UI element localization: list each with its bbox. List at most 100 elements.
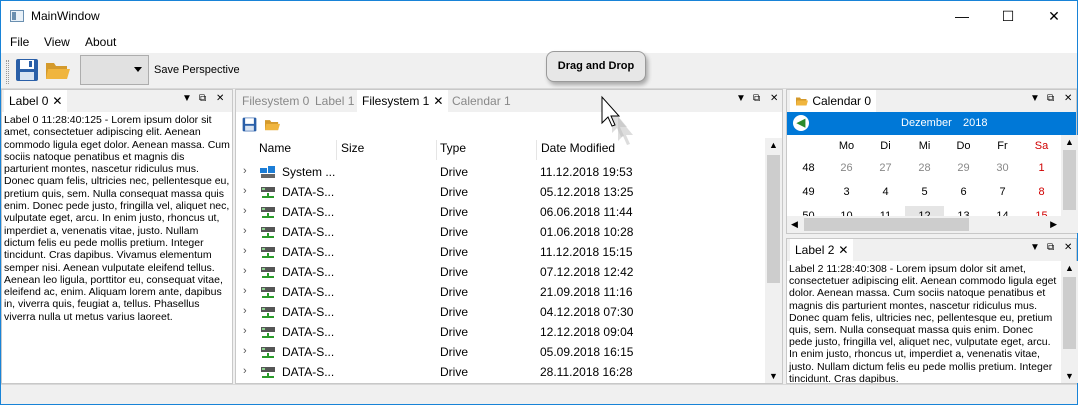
float-dock-icon[interactable]: ⧉ [1047,242,1054,253]
toolbar-grip[interactable] [6,60,9,84]
table-row[interactable]: › DATA-S... Drive 01.06.2018 10:28 [236,222,766,242]
calendar-day[interactable]: 30 [983,158,1022,178]
table-row[interactable]: › DATA-S... Drive 05.09.2018 16:15 [236,342,766,362]
column-separator[interactable] [336,140,337,160]
expand-chevron-icon[interactable]: › [243,325,247,337]
menu-view[interactable]: View [44,35,70,49]
calendar-day[interactable]: 8 [1022,182,1061,202]
expand-chevron-icon[interactable]: › [243,225,247,237]
column-separator[interactable] [436,140,437,160]
vertical-scrollbar[interactable]: ▲ ▼ [1061,261,1078,383]
horizontal-scrollbar[interactable]: ◀ ▶ [787,216,1061,233]
column-header-type[interactable]: Type [440,141,466,155]
calendar-day[interactable]: 28 [905,158,944,178]
folder-icon[interactable] [264,117,281,132]
expand-chevron-icon[interactable]: › [243,165,247,177]
expand-chevron-icon[interactable]: › [243,305,247,317]
perspective-combobox[interactable] [80,55,149,85]
expand-chevron-icon[interactable]: › [243,185,247,197]
dock-header: Label 2 ✕ ▼ ⧉ ✕ [787,239,1076,261]
table-row[interactable]: › DATA-S... Drive 11.12.2018 15:15 [236,242,766,262]
calendar-day[interactable]: 7 [983,182,1022,202]
close-icon[interactable]: ✕ [433,90,443,112]
floppy-disk-icon[interactable] [242,117,257,132]
menu-file[interactable]: File [10,35,29,49]
table-row[interactable]: › DATA-S... Drive 06.06.2018 11:44 [236,202,766,222]
tab-calendar-1[interactable]: Calendar 1 [447,90,516,112]
tab-label-0[interactable]: Label 0 ✕ [4,90,68,112]
vertical-scrollbar[interactable]: ▲ [1061,135,1078,233]
dropdown-arrow-icon[interactable]: ▼ [736,93,746,104]
scroll-left-icon[interactable]: ◀ [791,219,798,230]
close-button[interactable]: ✕ [1031,1,1077,31]
file-name: DATA-S... [282,365,335,379]
tab-label: Filesystem 1 [362,94,430,108]
dropdown-arrow-icon[interactable]: ▼ [182,93,192,104]
scroll-up-icon[interactable]: ▲ [769,140,778,150]
scroll-up-icon[interactable]: ▲ [1065,137,1074,147]
close-icon[interactable]: ✕ [52,90,62,112]
tab-label: Label 2 [795,243,835,257]
scrollbar-thumb[interactable] [767,155,780,283]
save-perspective-button[interactable]: Save Perspective [154,64,240,76]
close-icon[interactable]: ✕ [838,239,848,261]
float-dock-icon[interactable]: ⧉ [199,93,206,104]
table-row[interactable]: › System ... Drive 11.12.2018 19:53 [236,162,766,182]
title-bar[interactable]: MainWindow — ☐ ✕ [1,1,1077,31]
column-header-size[interactable]: Size [341,141,364,155]
column-separator[interactable] [536,140,537,160]
calendar-day[interactable]: 26 [827,158,866,178]
table-row[interactable]: › DATA-S... Drive 05.12.2018 13:25 [236,182,766,202]
tab-label-2[interactable]: Label 2 ✕ [790,239,854,261]
column-header-name[interactable]: Name [259,141,291,155]
calendar-day[interactable]: 11 [866,206,905,216]
calendar-day[interactable]: 4 [866,182,905,202]
expand-chevron-icon[interactable]: › [243,365,247,377]
calendar-day[interactable]: 13 [944,206,983,216]
close-dock-icon[interactable]: ✕ [1064,242,1072,253]
table-row[interactable]: › DATA-S... Drive 04.12.2018 07:30 [236,302,766,322]
calendar-day[interactable]: 27 [866,158,905,178]
folder-icon[interactable] [45,58,71,84]
calendar-day[interactable]: 10 [827,206,866,216]
tab-filesystem-0[interactable]: Filesystem 0 [237,90,314,112]
scrollbar-thumb[interactable] [804,218,969,231]
scroll-right-icon[interactable]: ▶ [1050,219,1057,230]
table-row[interactable]: › DATA-S... Drive 28.11.2018 16:28 [236,362,766,382]
vertical-scrollbar[interactable]: ▲ ▼ [765,138,782,383]
table-row[interactable]: › DATA-S... Drive 12.12.2018 09:04 [236,322,766,342]
close-dock-icon[interactable]: ✕ [770,93,778,104]
expand-chevron-icon[interactable]: › [243,265,247,277]
expand-chevron-icon[interactable]: › [243,205,247,217]
expand-chevron-icon[interactable]: › [243,345,247,357]
floppy-disk-icon[interactable] [15,58,41,84]
menu-about[interactable]: About [85,35,116,49]
table-row[interactable]: › DATA-S... Drive 21.09.2018 11:16 [236,282,766,302]
table-row[interactable]: › DATA-S... Drive 07.12.2018 12:42 [236,262,766,282]
maximize-button[interactable]: ☐ [985,1,1031,31]
close-dock-icon[interactable]: ✕ [216,93,224,104]
calendar-day[interactable]: 12 [905,206,944,216]
dropdown-arrow-icon[interactable]: ▼ [1030,242,1040,253]
close-dock-icon[interactable]: ✕ [1064,93,1072,104]
scroll-up-icon[interactable]: ▲ [1065,263,1074,273]
minimize-button[interactable]: — [939,1,985,31]
calendar-day[interactable]: 6 [944,182,983,202]
file-date-modified: 28.11.2018 16:28 [540,365,633,379]
calendar-day[interactable]: 5 [905,182,944,202]
calendar-day[interactable]: 15 [1022,206,1061,216]
scrollbar-thumb[interactable] [1063,150,1076,210]
scrollbar-thumb[interactable] [1063,277,1076,349]
expand-chevron-icon[interactable]: › [243,285,247,297]
expand-chevron-icon[interactable]: › [243,245,247,257]
calendar-day[interactable]: 1 [1022,158,1061,178]
scroll-down-icon[interactable]: ▼ [1065,371,1074,381]
tab-label-1[interactable]: Label 1 [310,90,359,112]
calendar-day[interactable]: 3 [827,182,866,202]
float-dock-icon[interactable]: ⧉ [753,93,760,104]
tab-filesystem-1[interactable]: Filesystem 1 ✕ [357,90,449,112]
scroll-down-icon[interactable]: ▼ [769,371,778,381]
file-name: DATA-S... [282,345,335,359]
calendar-day[interactable]: 14 [983,206,1022,216]
calendar-day[interactable]: 29 [944,158,983,178]
